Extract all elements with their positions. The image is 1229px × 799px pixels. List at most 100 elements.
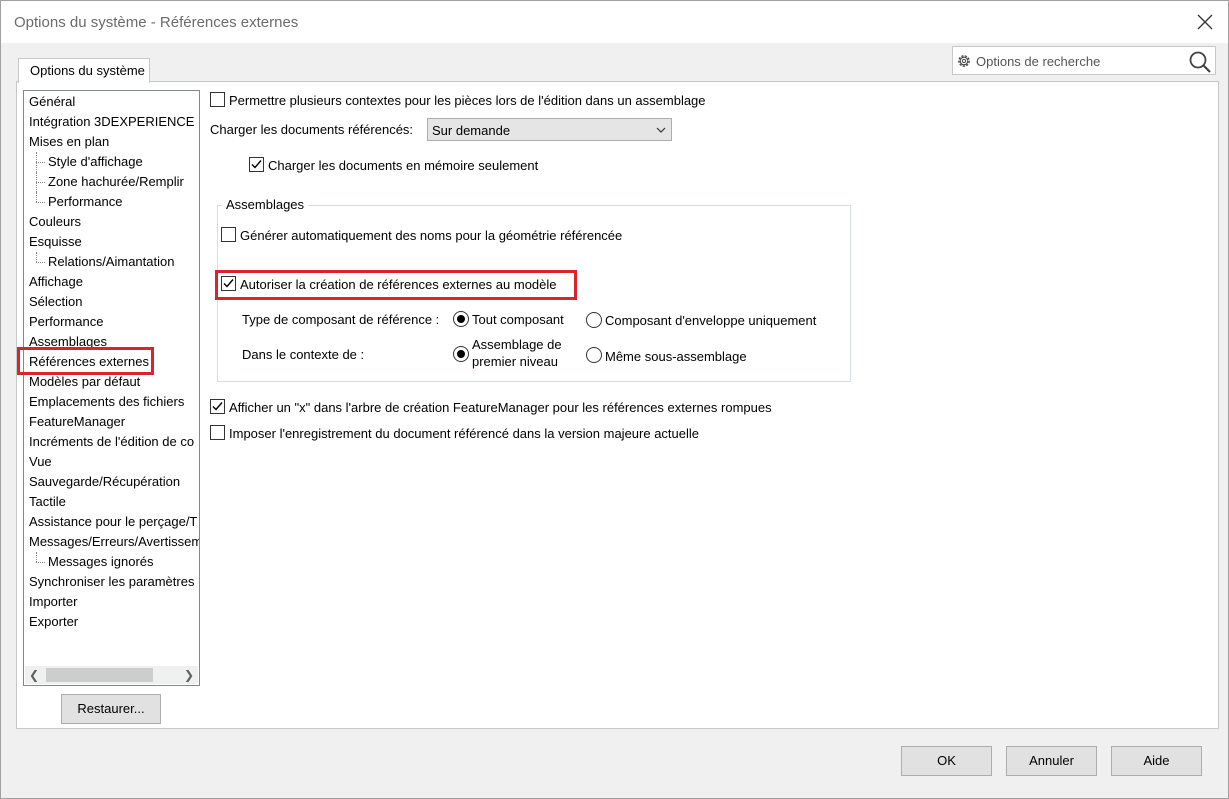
tree-item[interactable]: Mises en plan	[24, 132, 199, 152]
tree-item[interactable]: Zone hachurée/Remplir	[24, 172, 199, 192]
context-top-level-label-line1: Assemblage de	[472, 337, 562, 352]
context-same-subassembly-label: Même sous-assemblage	[605, 349, 747, 364]
force-save-checkbox[interactable]	[210, 425, 225, 440]
auto-names-label: Générer automatiquement des noms pour la…	[240, 228, 623, 243]
tree-item[interactable]: Références externes	[24, 352, 199, 372]
multi-context-checkbox[interactable]	[210, 92, 225, 107]
tree-item-label: Tactile	[29, 494, 66, 509]
window-title: Options du système - Références externes	[14, 14, 299, 31]
ref-envelope-only-label: Composant d'enveloppe uniquement	[605, 313, 817, 328]
show-x-label: Afficher un "x" dans l'arbre de création…	[229, 400, 772, 415]
ref-envelope-only-radio[interactable]	[586, 312, 602, 328]
tree-item[interactable]: Sauvegarde/Récupération	[24, 472, 199, 492]
tree-item-label: Sauvegarde/Récupération	[29, 474, 181, 489]
tree-horizontal-scrollbar[interactable]: ❮ ❯	[25, 666, 198, 684]
tree-item-label: Messages ignorés	[48, 554, 154, 569]
ref-all-component-label: Tout composant	[472, 312, 564, 327]
tree-item-label: Synchroniser les paramètres	[29, 574, 195, 589]
tree-item-label: Sélection	[29, 294, 83, 309]
ref-all-component-radio[interactable]	[453, 311, 469, 327]
tree-item[interactable]: Affichage	[24, 272, 199, 292]
scroll-thumb[interactable]	[46, 668, 153, 682]
options-tree-list: Général Intégration 3DEXPERIENCE Mises en …	[24, 92, 199, 632]
tree-item[interactable]: Importer	[24, 592, 199, 612]
system-options-dialog: Options du système - Références externes…	[0, 0, 1229, 799]
tree-item[interactable]: Esquisse	[24, 232, 199, 252]
tree-item-label: Affichage	[29, 274, 83, 289]
tree-item-label: Zone hachurée/Remplir	[48, 174, 184, 189]
tree-item-label: Relations/Aimantation	[48, 254, 175, 269]
assemblies-group-title: Assemblages	[222, 197, 309, 213]
load-memory-label: Charger les documents en mémoire seuleme…	[268, 158, 539, 173]
load-docs-label: Charger les documents référencés:	[210, 122, 414, 137]
gear-icon[interactable]	[956, 53, 972, 69]
search-icon[interactable]	[1188, 50, 1212, 74]
tree-item[interactable]: Assemblages	[24, 332, 199, 352]
ref-component-type-label: Type de composant de référence :	[242, 312, 440, 327]
tree-item[interactable]: FeatureManager	[24, 412, 199, 432]
force-save-label: Imposer l'enregistrement du document réf…	[229, 426, 700, 441]
tree-item-label: Intégration 3DEXPERIENCE	[29, 114, 195, 129]
allow-external-refs-label: Autoriser la création de références exte…	[240, 277, 557, 292]
tree-item[interactable]: Assistance pour le perçage/T	[24, 512, 199, 532]
tree-item[interactable]: Relations/Aimantation	[24, 252, 199, 272]
tree-item-label: Importer	[29, 594, 78, 609]
context-label: Dans le contexte de :	[242, 347, 365, 362]
tree-item-label: Couleurs	[29, 214, 82, 229]
tree-item-label: Vue	[29, 454, 52, 469]
tree-item-label: Assistance pour le perçage/T	[29, 514, 198, 529]
tree-item-label: Esquisse	[29, 234, 82, 249]
tab-system-options[interactable]: Options du système	[18, 58, 150, 83]
chevron-down-icon	[656, 127, 666, 133]
tree-item[interactable]: Synchroniser les paramètres	[24, 572, 199, 592]
restore-button[interactable]: Restaurer...	[61, 694, 161, 724]
close-icon	[1197, 14, 1213, 30]
tree-item[interactable]: Intégration 3DEXPERIENCE	[24, 112, 199, 132]
tree-item-label: Références externes	[29, 354, 149, 369]
tree-item-label: Général	[29, 94, 76, 109]
check-icon	[212, 402, 223, 411]
scroll-left-icon[interactable]: ❮	[25, 666, 43, 684]
show-x-checkbox[interactable]	[210, 399, 225, 414]
tree-item[interactable]: Messages/Erreurs/Avertissem	[24, 532, 199, 552]
tree-item[interactable]: Exporter	[24, 612, 199, 632]
tree-item[interactable]: Performance	[24, 192, 199, 212]
load-memory-checkbox[interactable]	[249, 157, 264, 172]
tree-item-label: FeatureManager	[29, 414, 126, 429]
help-button[interactable]: Aide	[1111, 746, 1202, 776]
tree-item[interactable]: Général	[24, 92, 199, 112]
tree-item[interactable]: Couleurs	[24, 212, 199, 232]
context-same-subassembly-radio[interactable]	[586, 347, 602, 363]
auto-names-checkbox[interactable]	[221, 227, 236, 242]
cancel-button[interactable]: Annuler	[1006, 746, 1097, 776]
title-bar: Options du système - Références externes	[1, 1, 1228, 43]
tree-item-label: Exporter	[29, 614, 79, 629]
tree-item[interactable]: Performance	[24, 312, 199, 332]
options-tree: Général Intégration 3DEXPERIENCE Mises en …	[23, 90, 200, 686]
search-box	[952, 46, 1216, 75]
tree-item-label: Style d'affichage	[48, 154, 143, 169]
tree-item[interactable]: Incréments de l'édition de co	[24, 432, 199, 452]
context-top-level-radio[interactable]	[453, 346, 469, 362]
tree-item-label: Incréments de l'édition de co	[29, 434, 195, 449]
tree-item[interactable]: Vue	[24, 452, 199, 472]
tree-item[interactable]: Messages ignorés	[24, 552, 199, 572]
ok-button[interactable]: OK	[901, 746, 992, 776]
tree-item-label: Assemblages	[29, 334, 108, 349]
tree-item-label: Emplacements des fichiers	[29, 394, 185, 409]
search-input[interactable]	[974, 50, 1184, 72]
tree-item[interactable]: Style d'affichage	[24, 152, 199, 172]
tree-item[interactable]: Sélection	[24, 292, 199, 312]
check-icon	[251, 160, 262, 169]
tree-item-label: Mises en plan	[29, 134, 110, 149]
load-docs-select[interactable]: Sur demande	[427, 118, 672, 141]
tree-item-label: Performance	[29, 314, 104, 329]
close-button[interactable]	[1196, 13, 1214, 31]
tree-item[interactable]: Emplacements des fichiers	[24, 392, 199, 412]
scroll-right-icon[interactable]: ❯	[180, 666, 198, 684]
tree-item[interactable]: Tactile	[24, 492, 199, 512]
multi-context-label: Permettre plusieurs contextes pour les p…	[229, 93, 706, 108]
tree-item-label: Performance	[48, 194, 123, 209]
allow-external-refs-checkbox[interactable]	[221, 276, 236, 291]
tree-item[interactable]: Modèles par défaut	[24, 372, 199, 392]
